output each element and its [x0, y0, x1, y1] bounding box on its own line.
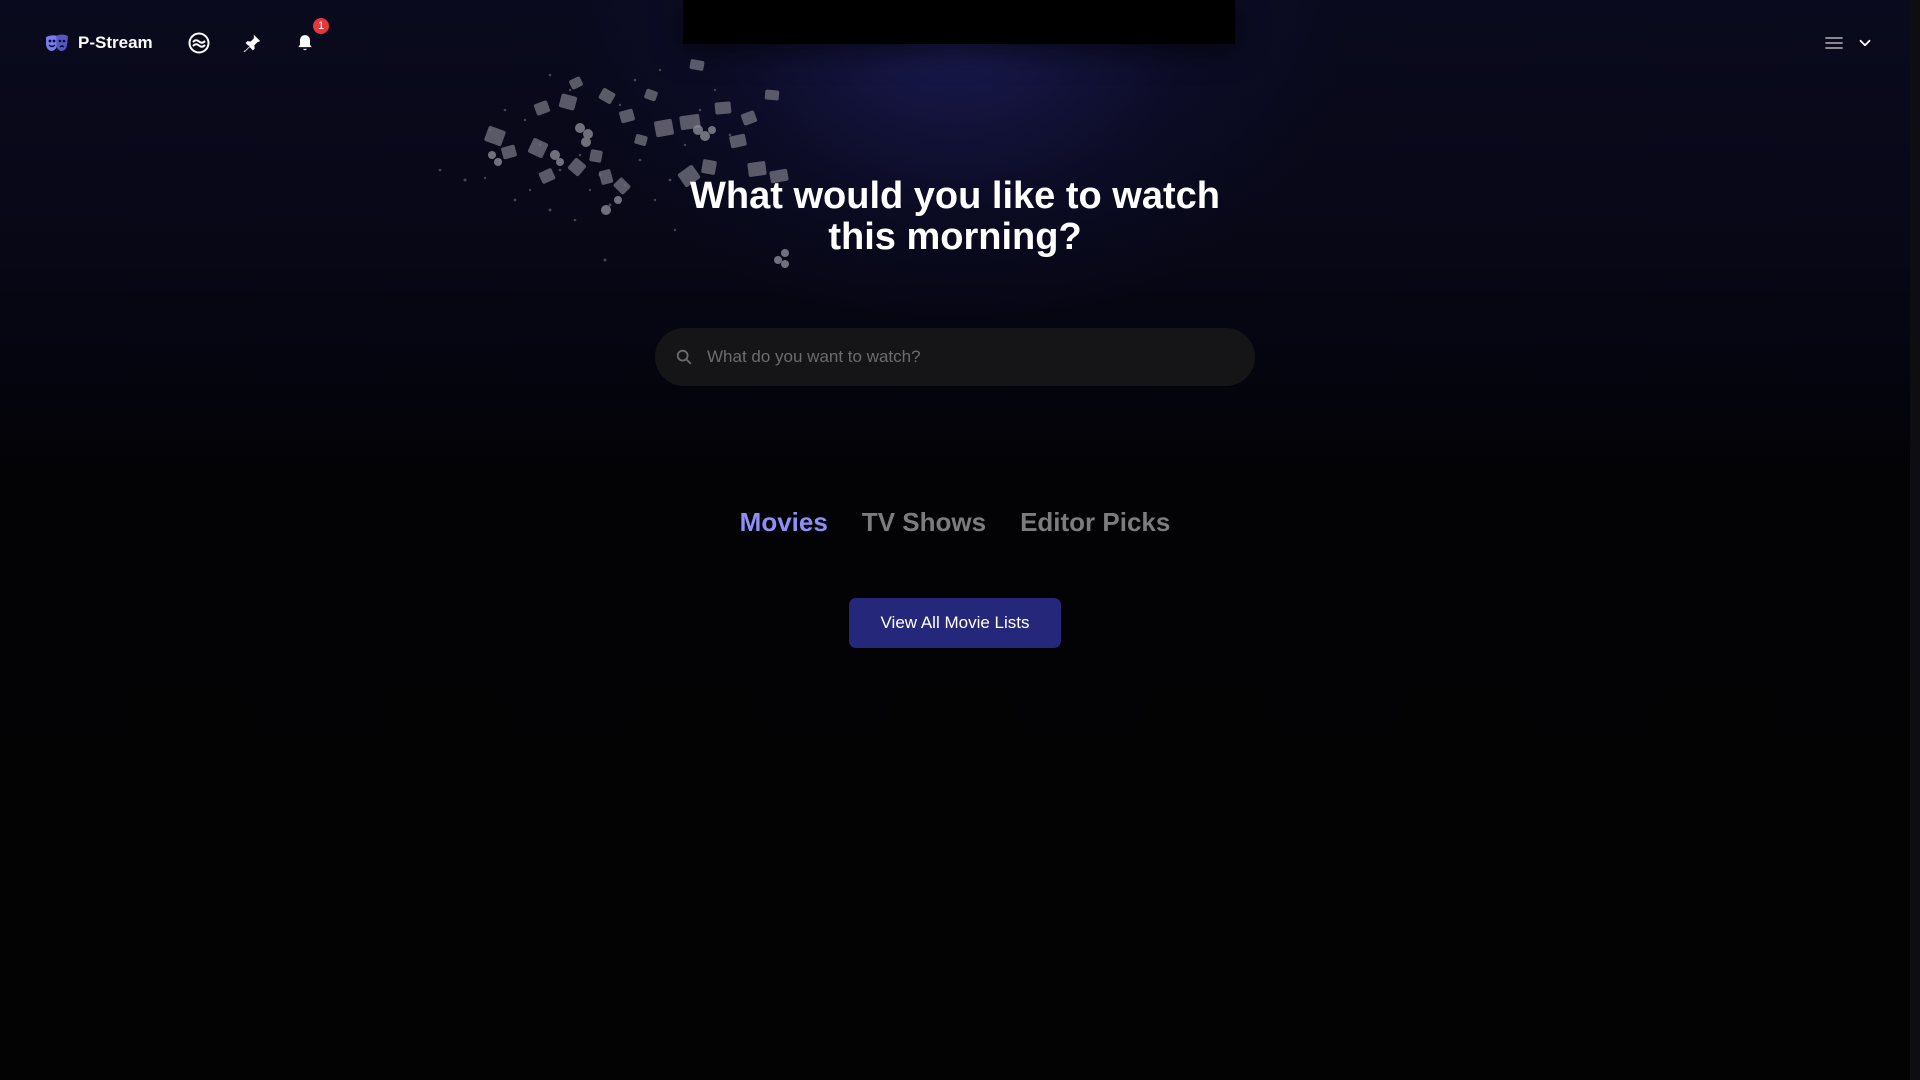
- search-bar: [655, 328, 1255, 386]
- page: P-Stream 1 What would you like to watch …: [0, 0, 1920, 1080]
- waves-icon: [188, 32, 210, 54]
- chevron-down-icon: [1859, 39, 1871, 47]
- pin-icon: [243, 34, 261, 53]
- category-tabs: Movies TV Shows Editor Picks: [0, 503, 1910, 542]
- page-title: What would you like to watch this mornin…: [690, 175, 1220, 258]
- hamburger-menu-icon: [1825, 37, 1843, 49]
- user-menu-button[interactable]: [1818, 26, 1880, 60]
- view-all-movie-lists-button[interactable]: View All Movie Lists: [849, 598, 1061, 648]
- search-icon: [676, 349, 692, 365]
- search-input[interactable]: [705, 328, 1235, 386]
- discover-button[interactable]: [179, 23, 219, 63]
- brand-name: P-Stream: [78, 33, 153, 52]
- notification-badge: 1: [313, 18, 329, 34]
- top-navigation: P-Stream 1: [0, 0, 1920, 86]
- tab-editor-picks[interactable]: Editor Picks: [1018, 503, 1172, 542]
- pinned-button[interactable]: [232, 23, 272, 63]
- theater-masks-icon: [46, 34, 68, 51]
- tab-movies[interactable]: Movies: [738, 503, 830, 542]
- tab-tv-shows[interactable]: TV Shows: [860, 503, 988, 542]
- brand-home-link[interactable]: P-Stream: [34, 24, 163, 62]
- bell-icon: [298, 35, 312, 51]
